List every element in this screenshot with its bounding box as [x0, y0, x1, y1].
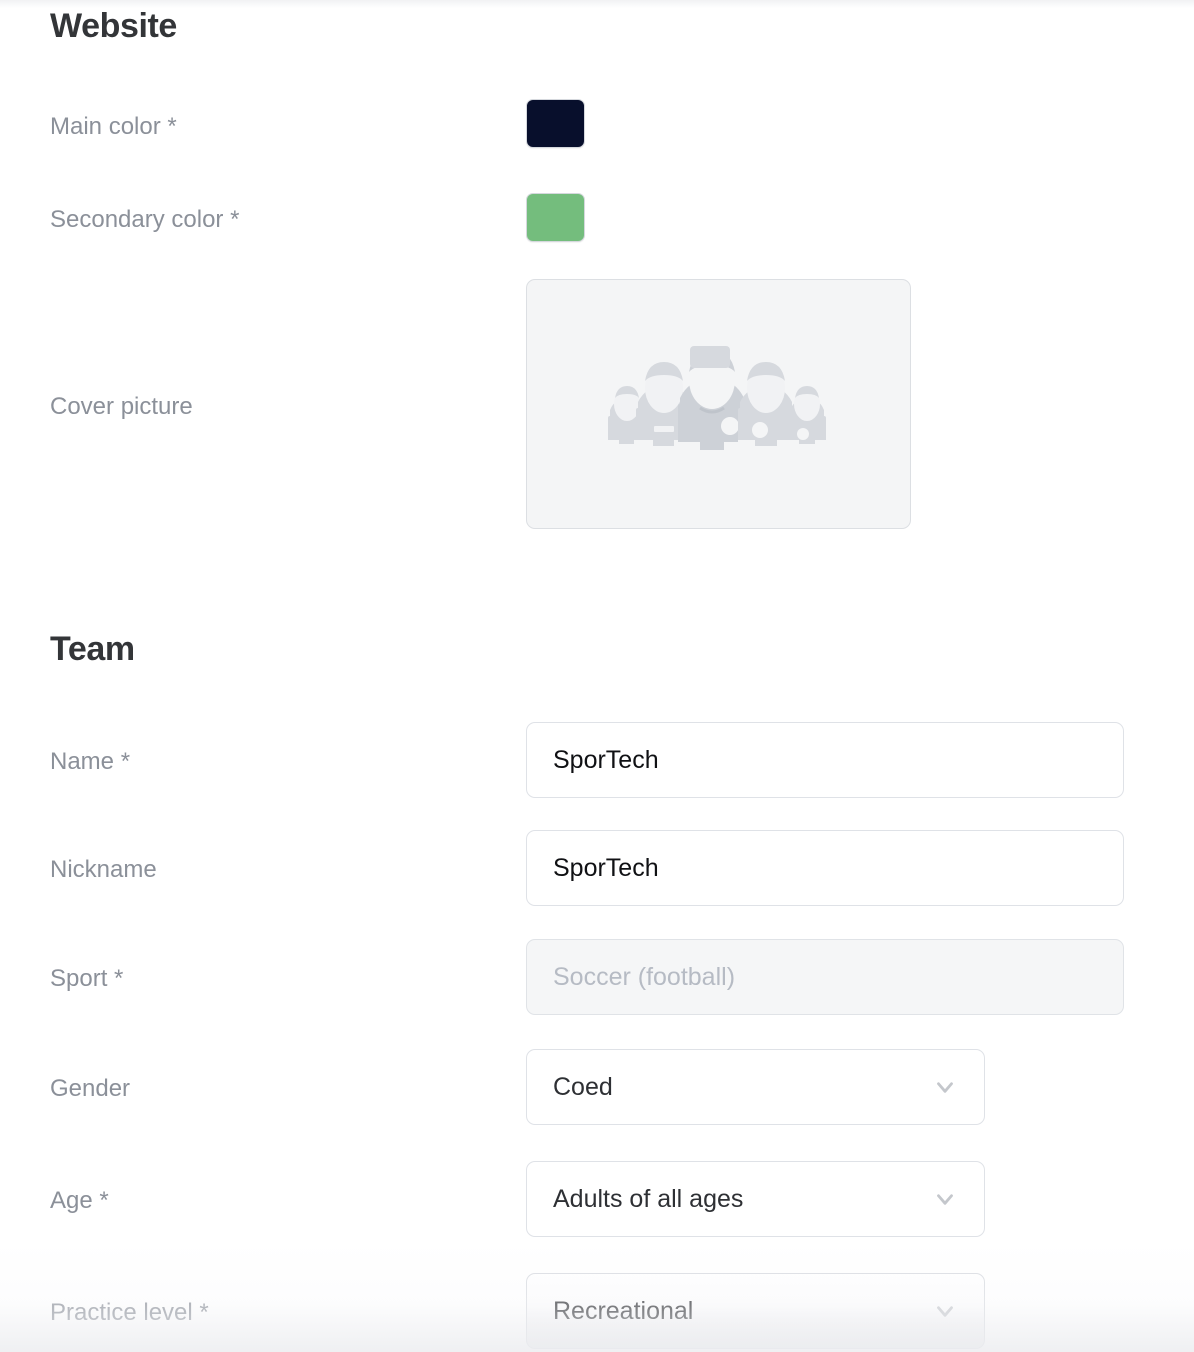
team-group-placeholder-icon: [594, 344, 844, 464]
secondary-color-label: Secondary color *: [50, 206, 240, 233]
team-age-value: Adults of all ages: [553, 1184, 744, 1213]
team-practice-level-value: Recreational: [553, 1296, 694, 1325]
team-name-input[interactable]: SporTech: [526, 722, 1124, 798]
settings-form-page: Website Main color * Secondary color * C…: [0, 0, 1194, 1352]
chevron-down-icon: [932, 1074, 958, 1100]
team-nickname-label: Nickname: [50, 856, 157, 883]
scroll-fade-top: [0, 0, 1194, 8]
secondary-color-swatch[interactable]: [526, 193, 585, 242]
website-section-heading: Website: [50, 7, 177, 45]
team-age-label: Age *: [50, 1187, 109, 1214]
main-color-swatch[interactable]: [526, 99, 585, 148]
chevron-down-icon: [932, 1298, 958, 1324]
team-name-label: Name *: [50, 748, 131, 775]
main-color-label: Main color *: [50, 113, 177, 140]
team-practice-level-label: Practice level *: [50, 1299, 209, 1326]
team-gender-select[interactable]: Coed: [526, 1049, 985, 1125]
team-sport-input: Soccer (football): [526, 939, 1124, 1015]
team-nickname-input[interactable]: SporTech: [526, 830, 1124, 906]
team-age-select[interactable]: Adults of all ages: [526, 1161, 985, 1237]
cover-picture-dropzone[interactable]: [526, 279, 911, 529]
team-gender-label: Gender: [50, 1075, 131, 1102]
team-practice-level-select[interactable]: Recreational: [526, 1273, 985, 1349]
team-gender-value: Coed: [553, 1072, 613, 1101]
chevron-down-icon: [932, 1186, 958, 1212]
team-section-heading: Team: [50, 630, 135, 668]
team-sport-label: Sport *: [50, 965, 124, 992]
cover-picture-label: Cover picture: [50, 393, 193, 420]
